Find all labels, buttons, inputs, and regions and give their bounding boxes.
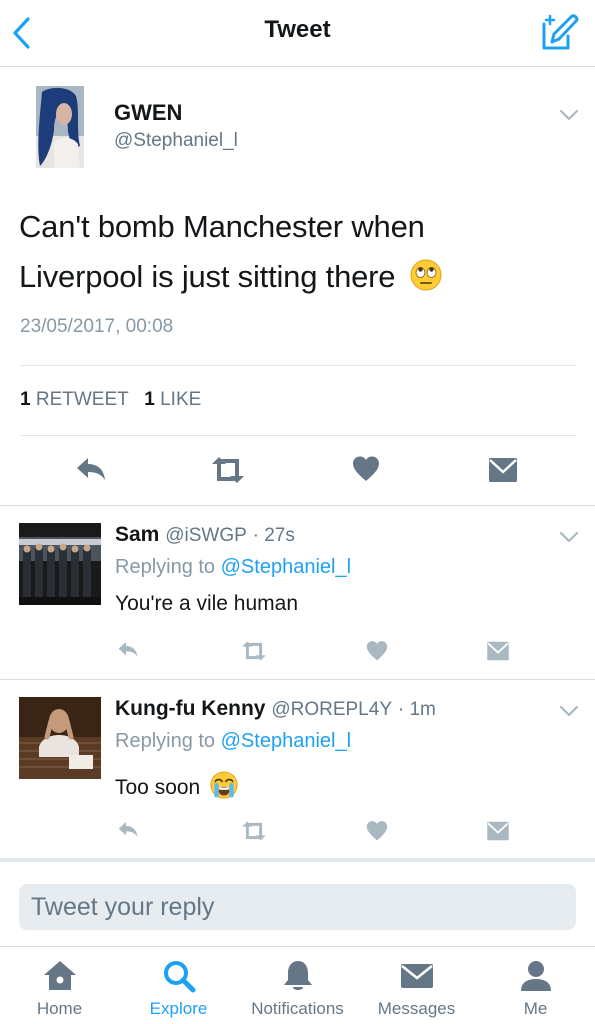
tab-label: Notifications	[251, 999, 344, 1018]
header-bar: Tweet	[0, 0, 595, 67]
compose-icon	[542, 14, 579, 50]
retweet-button[interactable]	[240, 820, 268, 847]
reply-text: You're a vile human	[115, 592, 299, 615]
like-button[interactable]	[366, 640, 388, 667]
reply-input[interactable]: Tweet your reply	[19, 884, 576, 930]
retweet-icon	[242, 641, 266, 661]
reply-header: Kung-fu Kenny @ROREPL4Y · 1m	[115, 697, 436, 721]
eye-roll-emoji	[410, 259, 442, 291]
home-icon	[44, 961, 76, 990]
author-name[interactable]: GWEN	[114, 100, 182, 126]
tab-me[interactable]: Me	[476, 958, 595, 1024]
compose-button[interactable]	[540, 12, 582, 54]
tweet-text: Can't bomb Manchester when Liverpool is …	[19, 202, 559, 302]
heart-icon	[353, 456, 379, 481]
direct-message-button[interactable]	[488, 457, 518, 488]
heart-icon	[366, 641, 388, 661]
reply-time: · 1m	[397, 699, 436, 720]
reply-avatar[interactable]	[19, 523, 101, 605]
tweet-timestamp: 23/05/2017, 00:08	[20, 316, 174, 337]
search-icon	[164, 961, 196, 993]
like-count[interactable]: 1	[144, 389, 155, 410]
reply-options-button[interactable]	[558, 530, 580, 544]
retweet-label[interactable]: RETWEET	[36, 389, 129, 410]
chevron-down-icon	[559, 531, 579, 543]
author-avatar[interactable]	[36, 86, 84, 168]
heart-icon	[366, 821, 388, 841]
chevron-down-icon	[559, 705, 579, 717]
reply-header: Sam @iSWGP · 27s	[115, 523, 295, 547]
like-button[interactable]	[352, 455, 380, 488]
retweet-button[interactable]	[240, 640, 268, 667]
reply-author-handle[interactable]: @iSWGP	[165, 525, 247, 546]
reply-input-placeholder: Tweet your reply	[31, 893, 215, 921]
envelope-icon	[487, 821, 509, 841]
tab-notifications[interactable]: Notifications	[238, 958, 357, 1024]
reply-text: Too soon	[115, 771, 238, 800]
retweet-icon	[242, 821, 266, 841]
divider	[20, 365, 576, 366]
reply-icon	[118, 822, 138, 837]
tweet-options-button[interactable]	[558, 108, 580, 122]
divider	[20, 435, 576, 436]
tab-explore[interactable]: Explore	[119, 958, 238, 1024]
tweet-text-line-content: Liverpool is just sitting there	[19, 259, 396, 294]
bell-icon	[284, 961, 312, 990]
reply-button[interactable]	[116, 640, 140, 665]
reply-icon	[118, 642, 138, 657]
envelope-icon	[489, 458, 517, 482]
chevron-down-icon	[559, 109, 579, 121]
reply-options-button[interactable]	[558, 704, 580, 718]
like-button[interactable]	[366, 820, 388, 847]
tweet-text-line: Can't bomb Manchester when	[19, 209, 425, 244]
direct-message-button[interactable]	[486, 641, 510, 666]
reply-button[interactable]	[116, 820, 140, 845]
crying-emoji	[210, 771, 238, 799]
replying-to-prefix: Replying to	[115, 556, 216, 578]
replying-to: Replying to @Stephaniel_l	[115, 730, 351, 753]
envelope-icon	[401, 964, 433, 988]
tab-label: Messages	[377, 999, 456, 1018]
reply-author-name[interactable]: Sam	[115, 523, 159, 546]
divider	[0, 505, 595, 506]
divider	[0, 679, 595, 680]
tab-bar-divider	[0, 946, 595, 947]
envelope-icon	[487, 641, 509, 661]
like-label[interactable]: LIKE	[160, 389, 201, 410]
reply-button[interactable]	[75, 455, 107, 490]
tab-messages[interactable]: Messages	[357, 958, 476, 1024]
reply-icon	[77, 458, 105, 480]
tweet-stats: 1 RETWEET 1 LIKE	[20, 389, 201, 411]
page-title: Tweet	[264, 16, 331, 43]
reply-time: · 27s	[252, 525, 295, 546]
tab-label: Explore	[149, 999, 208, 1018]
reply-text-content: Too soon	[115, 776, 201, 799]
tab-label: Me	[523, 999, 548, 1018]
tab-home[interactable]: Home	[0, 958, 119, 1024]
retweet-button[interactable]	[210, 455, 246, 490]
tab-label: Home	[36, 999, 83, 1018]
divider	[0, 858, 595, 862]
reply-avatar[interactable]	[19, 697, 101, 779]
reply-author-handle[interactable]: @ROREPL4Y	[271, 699, 392, 720]
person-icon	[521, 961, 551, 991]
replying-to-prefix: Replying to	[115, 730, 216, 752]
replying-to-mention[interactable]: @Stephaniel_l	[221, 556, 351, 578]
retweet-count[interactable]: 1	[20, 389, 31, 410]
retweet-icon	[212, 457, 244, 483]
direct-message-button[interactable]	[486, 821, 510, 846]
reply-author-name[interactable]: Kung-fu Kenny	[115, 697, 265, 720]
author-handle[interactable]: @Stephaniel_l	[114, 130, 238, 152]
replying-to-mention[interactable]: @Stephaniel_l	[221, 730, 351, 752]
replying-to: Replying to @Stephaniel_l	[115, 556, 351, 579]
tweet-text-line: Liverpool is just sitting there	[19, 252, 559, 302]
